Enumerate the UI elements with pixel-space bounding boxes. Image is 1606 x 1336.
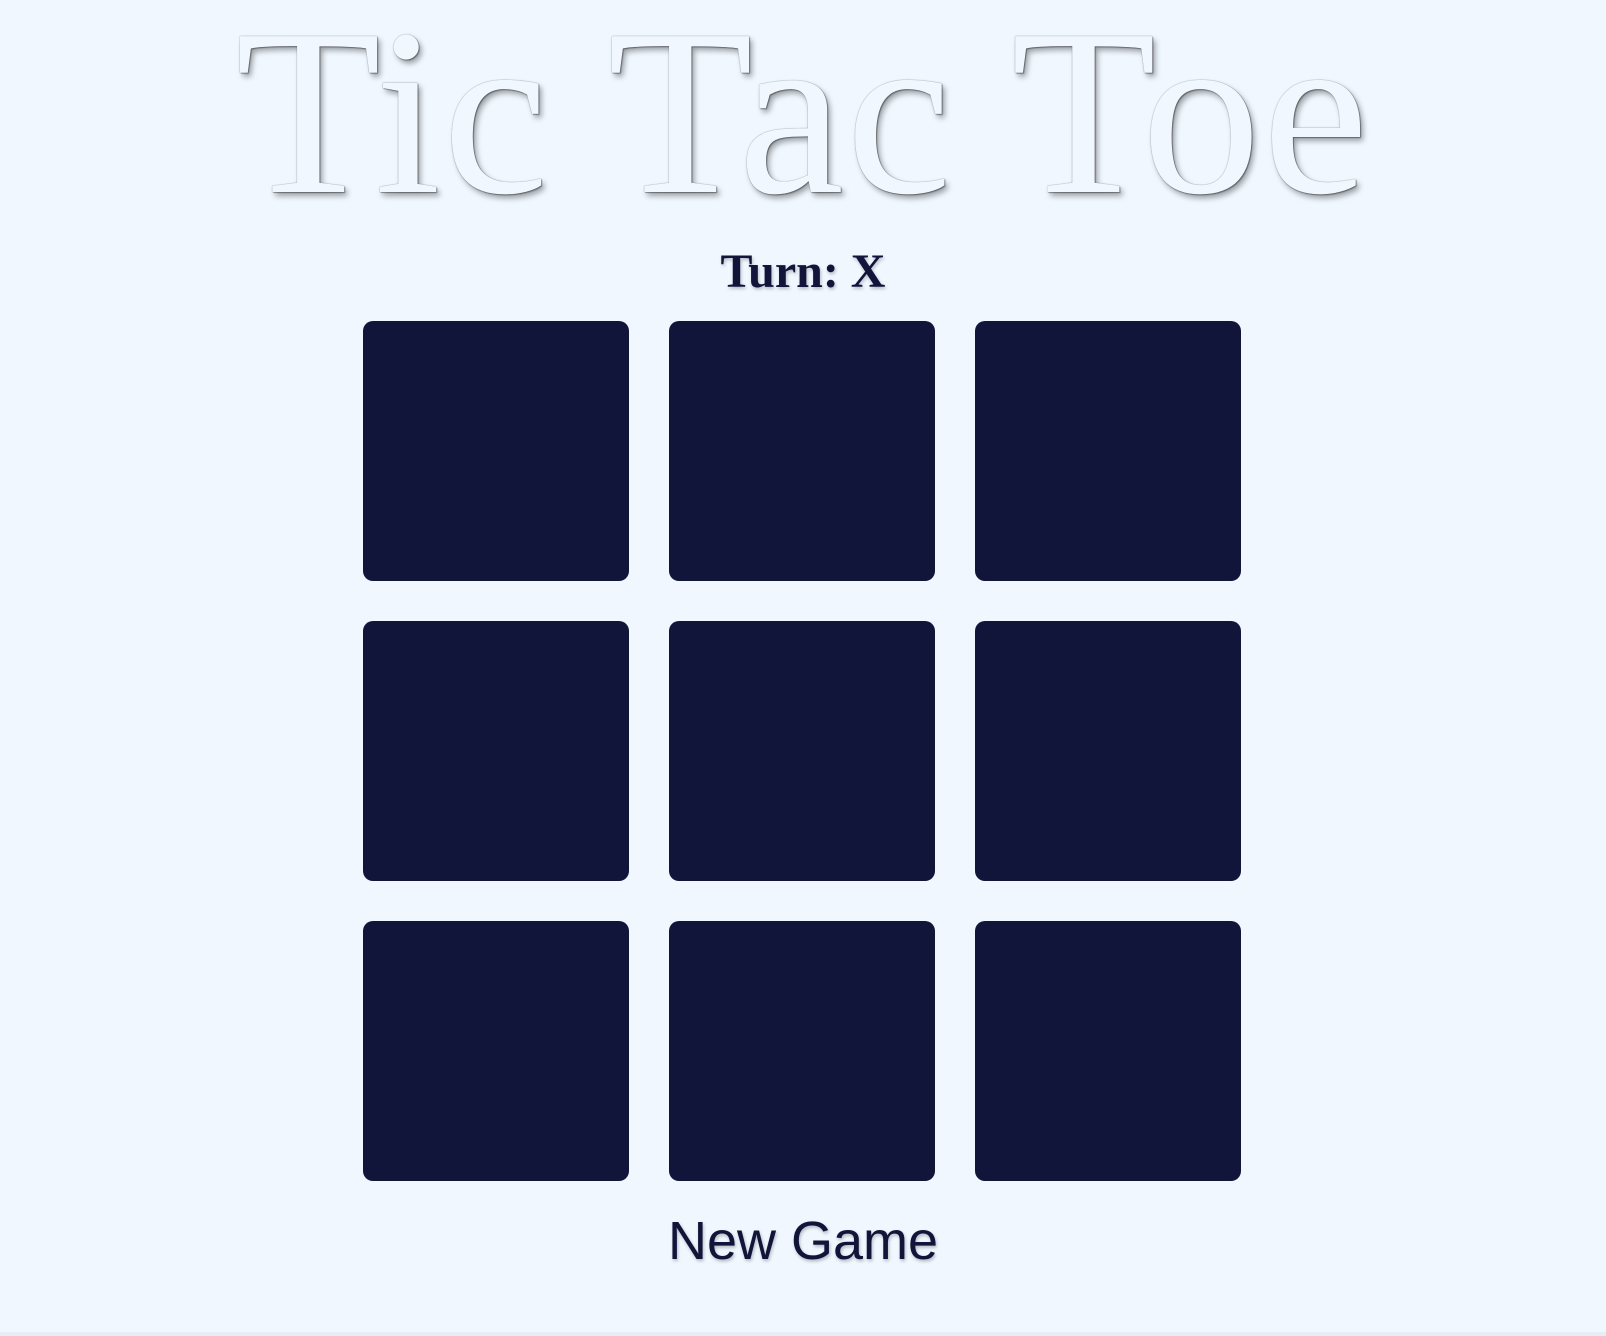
new-game-button[interactable]: New Game xyxy=(0,1208,1606,1274)
board-cell-9[interactable] xyxy=(975,921,1241,1181)
board-cell-4[interactable] xyxy=(363,621,629,881)
board-cell-3[interactable] xyxy=(975,321,1241,581)
board-cell-7[interactable] xyxy=(363,921,629,1181)
board-cell-6[interactable] xyxy=(975,621,1241,881)
game-title: Tic Tac Toe xyxy=(235,0,1371,244)
board-cell-5[interactable] xyxy=(669,621,935,881)
board-cell-2[interactable] xyxy=(669,321,935,581)
page-bottom-edge xyxy=(0,1332,1606,1336)
board-cell-1[interactable] xyxy=(363,321,629,581)
turn-indicator: Turn: X xyxy=(720,245,886,298)
board-cell-8[interactable] xyxy=(669,921,935,1181)
game-board xyxy=(363,321,1242,1181)
